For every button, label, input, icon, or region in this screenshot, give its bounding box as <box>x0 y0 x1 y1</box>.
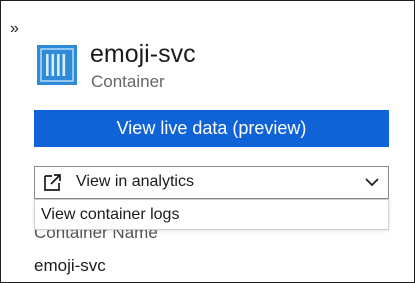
chevron-down-icon <box>365 178 379 187</box>
analytics-dropdown-menu: View container logs <box>34 199 389 230</box>
container-icon <box>37 45 77 85</box>
page-title: emoji-svc <box>90 40 196 68</box>
container-name-value: emoji-svc <box>34 256 106 275</box>
menu-item-view-container-logs[interactable]: View container logs <box>41 206 179 224</box>
container-details-panel: » emoji-svc Container View live data (pr… <box>0 0 415 283</box>
analytics-dropdown-selected: View in analytics <box>76 173 194 190</box>
view-live-data-button[interactable]: View live data (preview) <box>34 110 389 147</box>
analytics-dropdown[interactable]: View in analytics <box>34 166 389 199</box>
external-link-icon <box>44 174 61 191</box>
resource-type-label: Container <box>91 72 165 91</box>
view-live-data-label: View live data (preview) <box>116 118 307 138</box>
collapse-panel-button[interactable]: » <box>10 21 19 37</box>
